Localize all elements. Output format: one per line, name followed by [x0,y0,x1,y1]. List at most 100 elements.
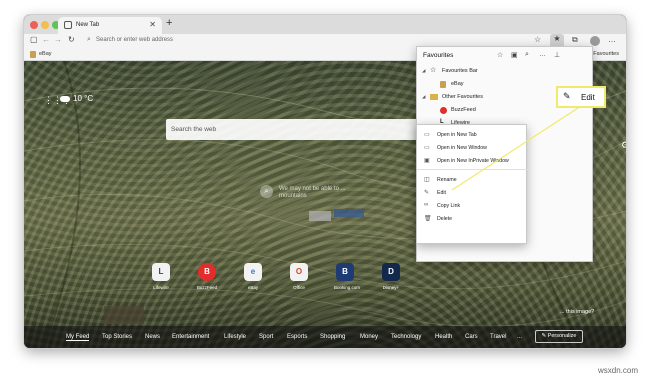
menu-item-open-new-window[interactable]: ▭ Open in New Window [417,141,528,154]
tab-travel[interactable]: Travel [490,334,506,340]
new-tab-icon: ▭ [424,132,430,138]
more-icon[interactable]: … [608,35,616,44]
personalize-label: Personalize [547,333,577,339]
quick-link[interactable]: e eBay [242,263,264,290]
menu-item-label: Edit [437,190,446,196]
tab-technology[interactable]: Technology [391,334,421,340]
quick-link-label: BuzzFeed [196,285,218,290]
booking-icon: B [336,263,354,281]
tab-shopping[interactable]: Shopping [320,334,345,340]
search-icon: ⌕ [87,36,91,43]
menu-item-delete[interactable]: 🗑 Delete [417,212,528,225]
buzzfeed-icon [440,107,447,114]
rename-icon: ◫ [424,177,430,183]
tab-news[interactable]: News [145,334,160,340]
bookmark-ebay[interactable]: eBay [39,51,52,57]
new-tab-button[interactable]: + [166,17,172,29]
quick-link[interactable]: B BuzzFeed [196,263,218,290]
search-placeholder: Search the web [171,126,217,133]
pin-icon[interactable]: ⊥ [554,51,560,59]
quick-links: L Lifewire B BuzzFeed e eBay O Office B … [150,263,410,303]
menu-item-copy-link[interactable]: ∞ Copy Link [417,199,528,212]
profile-avatar[interactable] [590,36,600,46]
quick-link-label: Office [293,285,305,290]
office-icon: O [290,263,308,281]
quick-link-label: Lifewire [153,285,169,290]
tree-item-label: BuzzFeed [451,107,476,113]
quick-link[interactable]: D Disney+ [380,263,402,290]
menu-item-label: Open in New InPrivate Window [437,158,509,164]
collections-icon[interactable]: ⧉ [572,35,578,45]
context-menu: ▭ Open in New Tab ▭ Open in New Window ▣… [416,124,528,244]
add-favourite-icon[interactable]: ☆ [497,51,503,59]
lifewire-icon: L [152,263,170,281]
close-window-button[interactable] [30,21,38,29]
menu-item-label: Open in New Tab [437,132,477,138]
expand-arrow-icon: ◢ [422,94,426,99]
more-options-icon[interactable]: … [539,51,546,58]
tab-new-tab[interactable]: New Tab ✕ [58,17,162,34]
image-info-icon[interactable]: ⌕ [260,185,273,198]
pencil-icon: ✎ [563,91,571,101]
image-caption: We may not be able to ... mountains [279,186,346,199]
ebay-icon [440,81,446,88]
inprivate-icon: ▣ [424,158,430,164]
tab-lifestyle[interactable]: Lifestyle [224,334,246,340]
favourites-bar-folder[interactable]: ◢ ☆ Favourites Bar [417,65,594,77]
tab-entertainment[interactable]: Entertainment [172,334,209,340]
pencil-icon: ✎ [424,190,430,196]
menu-item-rename[interactable]: ◫ Rename [417,173,528,186]
tab-health[interactable]: Health [435,334,452,340]
new-tab-page-icon [64,21,72,29]
menu-divider [417,169,528,170]
bookmark-ebay-icon [30,51,36,58]
menu-item-open-new-tab[interactable]: ▭ Open in New Tab [417,128,528,141]
watermark: wsxdn.com [598,366,639,375]
minimize-window-button[interactable] [41,21,49,29]
add-favourite-icon[interactable]: ☆ [534,35,541,44]
folder-icon [430,94,438,100]
close-tab-icon[interactable]: ✕ [149,20,156,29]
menu-item-label: Open in New Window [437,145,487,151]
personalize-button[interactable]: ✎ Personalize [535,330,583,343]
back-icon[interactable]: ← [42,35,50,44]
menu-item-label: Rename [437,177,457,183]
feed-nav-bar: My Feed Top Stories News Entertainment L… [24,326,626,348]
menu-item-open-inprivate[interactable]: ▣ Open in New InPrivate Window [417,154,528,167]
quick-link-label: eBay [247,285,259,290]
menu-item-label: Delete [437,216,452,222]
edit-callout: ✎ Edit [556,86,606,108]
feed-more-icon[interactable]: ... [517,334,522,340]
disney-icon: D [382,263,400,281]
new-window-icon: ▭ [424,145,430,151]
tab-title: New Tab [76,22,100,28]
quick-link-label: Disney+ [382,285,400,290]
image-question-link[interactable]: ... this image? [560,309,594,315]
buzzfeed-icon: B [198,263,216,281]
refresh-icon[interactable]: ↻ [68,35,75,44]
quick-link[interactable]: O Office [288,263,310,290]
tab-strip: New Tab ✕ + [24,15,626,34]
ebay-icon: e [244,263,262,281]
sidebar-toggle-icon[interactable]: ▢ [30,35,38,44]
tab-money[interactable]: Money [360,334,378,340]
weather-temp: 10 °C [73,94,94,103]
menu-item-edit[interactable]: ✎ Edit [417,186,528,199]
tab-sport[interactable]: Sport [259,334,273,340]
tab-esports[interactable]: Esports [287,334,307,340]
quick-link[interactable]: L Lifewire [150,263,172,290]
add-folder-icon[interactable]: ▣ [511,51,518,59]
forward-icon[interactable]: → [54,35,62,44]
page-settings-icon[interactable]: ⚙ [621,140,626,151]
tab-top-stories[interactable]: Top Stories [102,334,132,340]
search-favourites-icon[interactable]: ⌕ [525,51,529,59]
tree-item-label: Favourites Bar [442,68,478,74]
star-icon: ☆ [430,67,437,74]
weather-widget[interactable]: 10 °C [60,94,93,103]
expand-arrow-icon: ◢ [422,68,426,73]
favourites-title: Favourites [423,52,454,59]
tab-my-feed[interactable]: My Feed [66,334,90,341]
tab-cars[interactable]: Cars [465,334,478,340]
quick-link[interactable]: B Booking.com [334,263,360,290]
address-placeholder: Search or enter web address [96,37,174,43]
